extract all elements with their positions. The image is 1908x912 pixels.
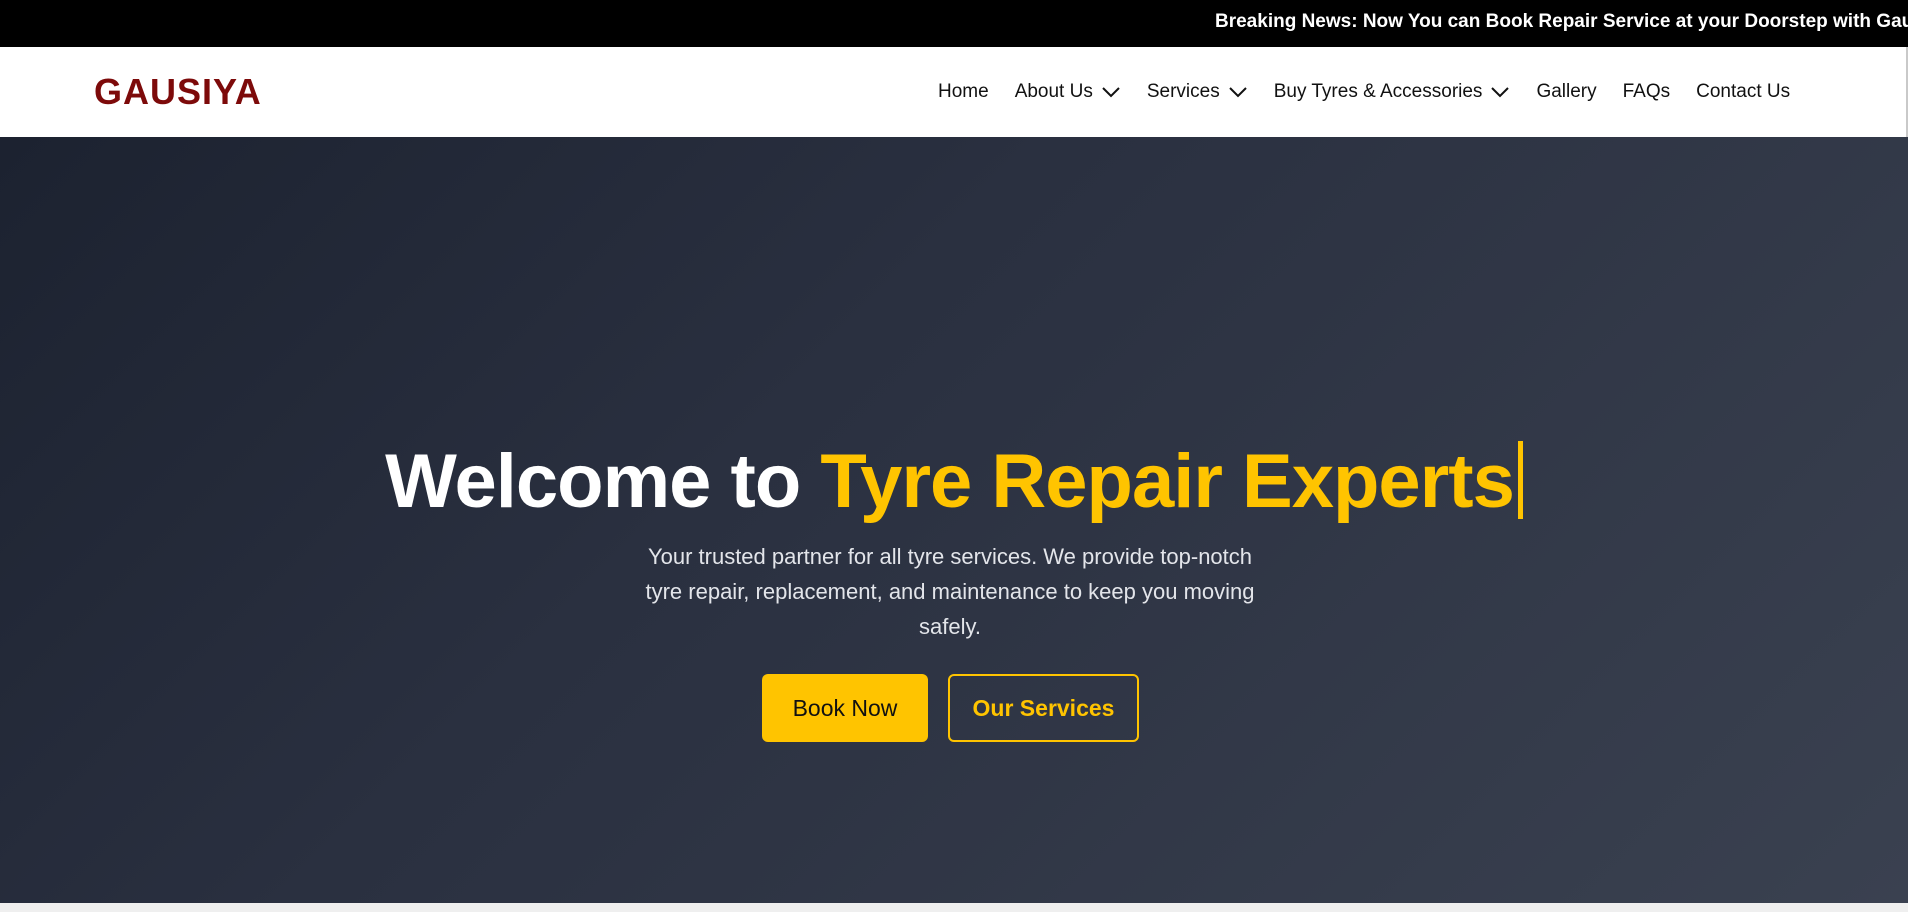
nav-contact-us[interactable]: Contact Us: [1696, 81, 1790, 103]
hero-subtitle: Your trusted partner for all tyre servic…: [645, 544, 1255, 639]
page: Breaking News: Now You can Book Repair S…: [0, 0, 1908, 912]
nav-services[interactable]: Services: [1147, 81, 1248, 103]
nav-gallery[interactable]: Gallery: [1536, 81, 1596, 103]
main-nav: Home About Us Services Buy Tyres & Acces…: [938, 47, 1790, 137]
chevron-down-icon: [1228, 87, 1247, 98]
nav-gallery-label: Gallery: [1536, 81, 1597, 102]
nav-buy-tyres-label: Buy Tyres & Accessories: [1273, 81, 1483, 102]
site-logo[interactable]: GAUSIYA: [94, 72, 262, 112]
chevron-down-icon: [1491, 87, 1510, 98]
ticker-text: Breaking News: Now You can Book Repair S…: [1215, 11, 1908, 32]
hero-title-white: Welcome to: [385, 439, 821, 524]
book-now-button[interactable]: Book Now: [762, 674, 928, 742]
nav-home-label: Home: [938, 81, 989, 102]
breaking-news-ticker: Breaking News: Now You can Book Repair S…: [0, 0, 1908, 47]
nav-contact-us-label: Contact Us: [1696, 81, 1791, 102]
navbar: GAUSIYA Home About Us Services Buy Tyres…: [0, 47, 1908, 137]
nav-buy-tyres-accessories[interactable]: Buy Tyres & Accessories: [1274, 81, 1511, 103]
nav-faqs-label: FAQs: [1622, 81, 1671, 102]
typing-cursor: [1517, 441, 1523, 519]
nav-about-us-label: About Us: [1014, 81, 1093, 102]
hero-title-highlight: Tyre Repair Experts: [820, 439, 1514, 524]
hero-section: Welcome to Tyre Repair Experts Your trus…: [0, 137, 1908, 903]
nav-home[interactable]: Home: [938, 81, 989, 103]
our-services-button[interactable]: Our Services: [948, 674, 1139, 742]
hero-title: Welcome to Tyre Repair Experts: [0, 437, 1908, 527]
nav-faqs[interactable]: FAQs: [1623, 81, 1671, 103]
next-section-edge: [0, 903, 1908, 912]
nav-services-label: Services: [1146, 81, 1220, 102]
chevron-down-icon: [1102, 87, 1120, 98]
nav-about-us[interactable]: About Us: [1015, 81, 1121, 103]
